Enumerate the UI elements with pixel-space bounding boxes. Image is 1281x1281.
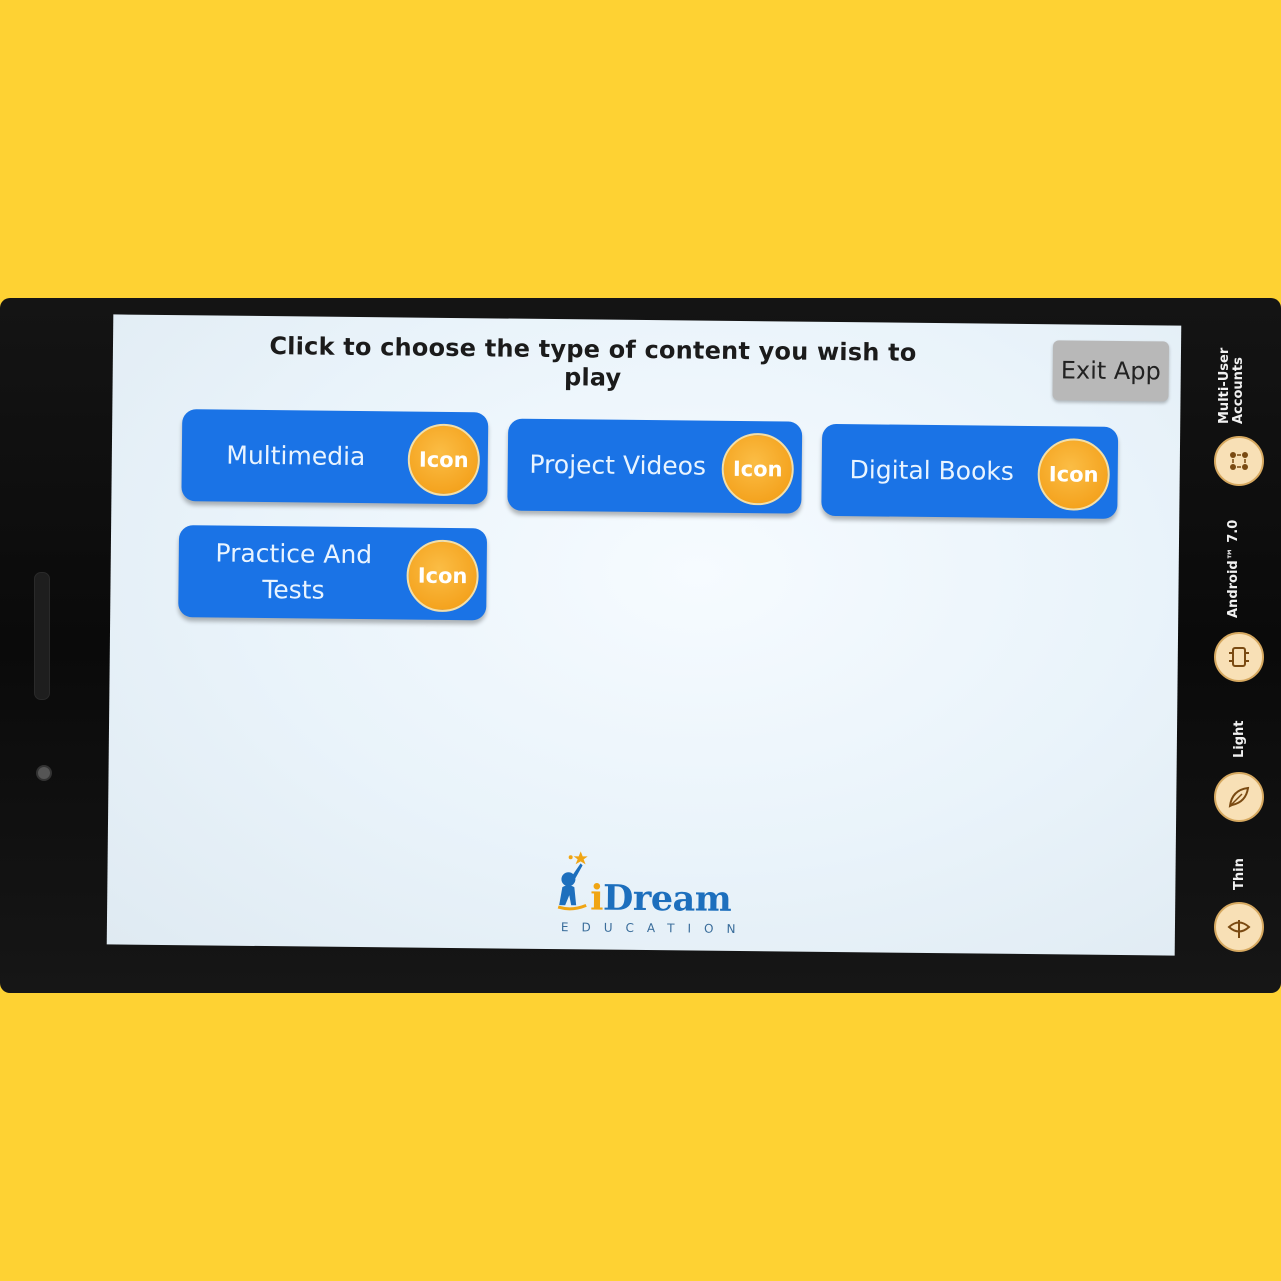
speaker-slot (34, 572, 50, 700)
card-icon-badge: Icon (407, 423, 481, 497)
feature-label: Light (1232, 720, 1247, 758)
card-icon-badge: Icon (1037, 438, 1111, 511)
card-label: Digital Books (849, 455, 1015, 486)
content-card-practice-and-tests[interactable]: Practice And Tests Icon (178, 525, 488, 621)
card-label: Practice And Tests (215, 538, 373, 605)
feature-light: Light (1212, 710, 1268, 830)
logo-wordmark: iDream (590, 877, 732, 920)
content-card-multimedia[interactable]: Multimedia Icon (181, 409, 489, 505)
page-title: Click to choose the type of content you … (269, 332, 917, 392)
thin-icon (1214, 902, 1264, 952)
feature-label: Thin (1232, 858, 1247, 890)
reaching-child-icon (557, 851, 588, 911)
android-icon (1214, 632, 1264, 682)
app-screen: Click to choose the type of content you … (106, 314, 1182, 956)
feature-multi-user: Multi-User Accounts (1212, 340, 1268, 490)
card-icon-badge: Icon (721, 432, 795, 506)
feature-label: Multi-User Accounts (1217, 347, 1246, 424)
card-icon-badge: Icon (406, 539, 479, 613)
feather-icon (1214, 772, 1264, 822)
feature-label: Android™ 7.0 (1226, 519, 1241, 618)
feature-thin: Thin (1212, 850, 1268, 960)
users-icon (1214, 436, 1264, 486)
content-card-project-videos[interactable]: Project Videos Icon (507, 418, 803, 514)
exit-app-button[interactable]: Exit App (1052, 340, 1170, 402)
feature-android: Android™ 7.0 (1212, 510, 1268, 690)
content-card-digital-books[interactable]: Digital Books Icon (821, 423, 1119, 519)
idream-logo: iDream EDUCATION (552, 849, 753, 941)
camera-lens (36, 765, 52, 781)
logo-subtitle: EDUCATION (560, 920, 749, 937)
card-label: Project Videos (529, 449, 707, 481)
card-label: Multimedia (226, 440, 366, 472)
